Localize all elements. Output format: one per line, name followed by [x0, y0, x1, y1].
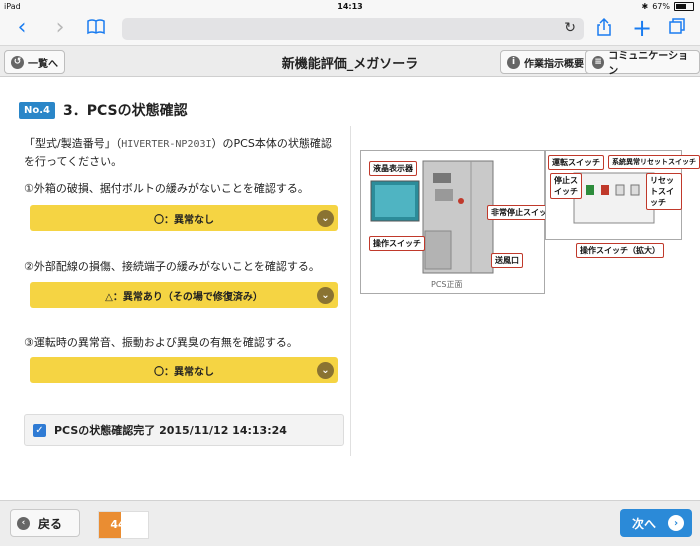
answer-value-3: 〇：異常なし — [154, 366, 214, 378]
progress-indicator: 44% — [98, 511, 149, 539]
back-button[interactable]: ‹ 戻る — [10, 509, 80, 537]
intro-text: 「型式/製造番号」（HIVERTER-NP203I）のPCS本体の状態確認を行っ… — [24, 135, 342, 170]
pcs-front-figure: 液晶表示器 非常停止スイッチ 操作スイッチ 送風口 PCS正面 — [360, 150, 559, 294]
chevron-down-icon: ⌄ — [317, 210, 334, 227]
clock: 14:13 — [337, 2, 363, 11]
status-right: ✱ 67% — [642, 2, 694, 11]
chevron-down-icon: ⌄ — [317, 362, 334, 379]
figure-label-lcd: 液晶表示器 — [369, 161, 417, 176]
intro-prefix: 「型式/製造番号」（ — [24, 137, 122, 150]
tabs-icon[interactable] — [665, 17, 689, 41]
chevron-left-icon: ‹ — [17, 516, 30, 530]
next-button[interactable]: 次へ › — [620, 509, 692, 537]
reload-icon[interactable]: ↻ — [564, 20, 576, 36]
back-arrow-icon[interactable]: ‹ — [10, 17, 34, 41]
battery-percent: 67% — [652, 2, 670, 11]
forward-arrow-icon[interactable]: › — [48, 17, 72, 41]
bookmarks-icon[interactable] — [84, 17, 108, 41]
confirmation-row[interactable]: ✓ PCSの状態確認完了 2015/11/12 14:13:24 — [24, 414, 344, 446]
chevron-right-icon: › — [668, 515, 685, 531]
checkbox-checked-icon[interactable]: ✓ — [33, 423, 46, 437]
question-3: ③運転時の異常音、振動および異臭の有無を確認する。 — [24, 336, 298, 349]
menu-icon: ≡ — [592, 55, 605, 69]
switch-detail-figure: 運転スイッチ 系統異常リセットスイッチ 停止スイッチ リセットスイッチ — [545, 150, 700, 240]
detail-label-stop-switch: 停止スイッチ — [550, 173, 582, 199]
column-divider — [350, 126, 351, 456]
footer-bar: ‹ 戻る 44% 次へ › — [0, 500, 700, 546]
figure-label-vent: 送風口 — [491, 253, 523, 268]
question-2: ②外部配線の損傷、接続端子の緩みがないことを確認する。 — [24, 260, 320, 273]
address-bar[interactable]: ↻ — [122, 18, 584, 40]
answer-select-2[interactable]: △：異常あり（その場で修復済み） ⌄ — [30, 282, 338, 308]
info-icon: i — [507, 55, 520, 69]
section-heading: No.4 3．PCSの状態確認 — [19, 100, 188, 120]
communication-label: コミュニケーション — [608, 51, 689, 77]
section-title: 3．PCSの状態確認 — [63, 103, 188, 119]
figure-label-operation-switch: 操作スイッチ — [369, 236, 425, 251]
answer-value-2: △：異常あり（その場で修復済み） — [105, 291, 263, 303]
browser-toolbar: ‹ › ↻ + — [0, 13, 700, 46]
status-bar: iPad 14:13 ✱ 67% — [0, 0, 700, 13]
detail-label-reset-switch: リセットスイッチ — [646, 173, 682, 210]
share-icon[interactable] — [592, 17, 616, 41]
section-number-badge: No.4 — [19, 101, 55, 119]
battery-icon — [674, 2, 694, 11]
answer-select-1[interactable]: 〇：異常なし ⌄ — [30, 205, 338, 231]
communication-button[interactable]: ≡ コミュニケーション — [585, 50, 700, 77]
next-label: 次へ — [632, 516, 657, 531]
question-1: ①外箱の破損、据付ボルトの緩みがないことを確認する。 — [24, 182, 309, 195]
work-instructions-label: 作業指示概要 — [524, 58, 584, 70]
work-instructions-button[interactable]: i 作業指示概要 — [500, 50, 591, 74]
battery-fill — [676, 4, 687, 9]
chevron-down-icon: ⌄ — [317, 287, 334, 304]
app-header: ↺ 一覧へ 新機能評価_メガソーラ i 作業指示概要 ≡ コミュニケーション — [0, 46, 700, 77]
detail-label-grid-reset: 系統異常リセットスイッチ — [608, 155, 700, 169]
model-code: HIVERTER-NP203I — [121, 139, 212, 150]
new-tab-icon[interactable]: + — [630, 16, 654, 41]
back-label: 戻る — [38, 516, 63, 531]
answer-value-1: 〇：異常なし — [154, 214, 214, 226]
figure-caption: PCS正面 — [431, 280, 463, 289]
confirmation-label: PCSの状態確認完了 2015/11/12 14:13:24 — [54, 424, 287, 437]
bluetooth-icon: ✱ — [641, 2, 649, 11]
detail-label-run-switch: 運転スイッチ — [548, 155, 604, 170]
detail-title: 操作スイッチ（拡大） — [576, 243, 664, 258]
progress-text: 44% — [110, 518, 137, 531]
answer-select-3[interactable]: 〇：異常なし ⌄ — [30, 357, 338, 383]
